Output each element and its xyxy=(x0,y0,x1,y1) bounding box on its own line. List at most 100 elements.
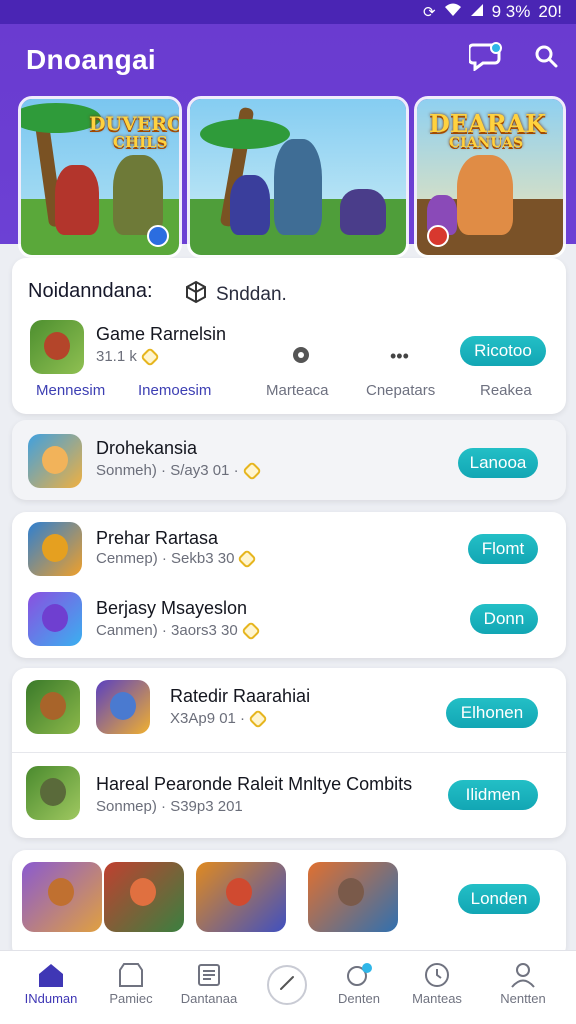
section-title: Noidanndana: xyxy=(28,280,153,302)
app-icon[interactable] xyxy=(30,320,84,374)
banner-title: DUVEROAN xyxy=(89,113,182,135)
app-meta: Sonmeh) · S/ay3 01 · xyxy=(96,460,262,481)
coin-icon xyxy=(139,346,160,367)
app-action-button[interactable]: Londen xyxy=(458,884,540,914)
profile-icon xyxy=(480,959,566,991)
app-name[interactable]: Prehar Rartasa xyxy=(96,528,218,549)
clock-icon xyxy=(394,959,480,991)
app-meta: X3Ap9 01 · xyxy=(170,708,268,729)
app-meta-text: Canmen) · 3aors3 30 xyxy=(96,622,238,639)
app-icon[interactable] xyxy=(26,766,80,820)
compass-icon xyxy=(277,973,297,998)
app-icon[interactable] xyxy=(22,862,102,932)
cube-icon xyxy=(184,280,208,310)
notification-dot xyxy=(490,42,502,54)
app-action-button[interactable]: Lanooa xyxy=(458,448,538,478)
featured-app-button[interactable]: Ricotoo xyxy=(460,336,546,366)
coin-icon xyxy=(248,708,268,729)
banner-title: DEARAK xyxy=(429,109,547,138)
gamepad-icon xyxy=(316,959,402,991)
nav-item-library[interactable]: Dantanaa xyxy=(166,959,252,1006)
app-meta-text: Sonmep) · S39p3 201 xyxy=(96,798,243,815)
app-list-card: Drohekansia Sonmeh) · S/ay3 01 · Lanooa xyxy=(12,420,566,500)
app-meta-text: X3Ap9 01 · xyxy=(170,710,246,727)
battery-percent: 9 3% xyxy=(491,2,531,21)
app-action-button[interactable]: Flomt xyxy=(468,534,538,564)
app-icon[interactable] xyxy=(26,680,80,734)
shop-icon xyxy=(88,959,174,991)
app-action-button[interactable]: Donn xyxy=(470,604,538,634)
nav-item-activity[interactable]: Manteas xyxy=(394,959,480,1006)
tab-marteaca[interactable]: Marteaca xyxy=(266,382,329,399)
nav-item-games[interactable]: Denten xyxy=(316,959,402,1006)
app-icon[interactable] xyxy=(96,680,150,734)
featured-card: Noidanndana: Snddan. Game Rarnelsin 31.1… xyxy=(12,258,566,414)
platform-badge-icon xyxy=(147,225,169,247)
wifi-icon xyxy=(444,3,462,21)
app-icon[interactable] xyxy=(28,522,82,576)
bottom-navigation: INduman Pamiec Dantanaa Denten Manteas N… xyxy=(0,950,576,1024)
tab-reakea[interactable]: Reakea xyxy=(480,382,532,399)
banner-card[interactable] xyxy=(187,96,409,258)
app-name[interactable]: Ratedir Raarahiai xyxy=(170,686,310,707)
app-title: Dnoangai xyxy=(26,44,156,75)
app-action-button[interactable]: Ilidmen xyxy=(448,780,538,810)
app-meta: Cenmep) · Sekb3 30 xyxy=(96,548,258,569)
app-icon[interactable] xyxy=(28,434,82,488)
tab-cnepatars[interactable]: Cnepatars xyxy=(366,382,435,399)
clock-time: 20! xyxy=(538,2,562,21)
nav-item-profile[interactable]: Nentten xyxy=(480,959,566,1006)
app-meta-text: Sonmeh) · S/ay3 01 · xyxy=(96,462,239,479)
coin-icon xyxy=(241,460,262,481)
app-meta-text: 31.1 k xyxy=(96,348,137,365)
banner-card[interactable]: DUVEROAN CHILS xyxy=(18,96,182,258)
tab-mennesim[interactable]: Mennesim xyxy=(36,382,105,399)
section-subtitle: Snddan. xyxy=(184,280,287,310)
app-meta: 31.1 k xyxy=(96,346,160,367)
app-name[interactable]: Game Rarnelsin xyxy=(96,324,226,345)
app-name[interactable]: Drohekansia xyxy=(96,438,197,459)
banner-subtitle: CHILS xyxy=(113,133,168,151)
status-bar: ⟳ 9 3% 20! xyxy=(0,0,576,24)
banner-card[interactable]: DEARAK CIANUAS xyxy=(414,96,566,258)
coin-icon xyxy=(240,620,261,641)
home-icon xyxy=(8,959,94,991)
app-icon[interactable] xyxy=(308,862,398,932)
signal-icon xyxy=(470,3,484,21)
nav-label: Denten xyxy=(338,991,380,1006)
section-subtitle-text: Snddan. xyxy=(216,284,287,305)
app-list-card: Prehar Rartasa Cenmep) · Sekb3 30 Flomt … xyxy=(12,512,566,658)
coin-icon xyxy=(237,548,258,569)
featured-carousel[interactable]: DUVEROAN CHILS DEARAK CIANUAS xyxy=(0,96,576,260)
app-icon[interactable] xyxy=(28,592,82,646)
nav-item-home[interactable]: INduman xyxy=(8,959,94,1006)
more-icon[interactable]: ••• xyxy=(390,346,409,367)
chat-button[interactable] xyxy=(466,38,506,78)
sync-icon: ⟳ xyxy=(423,4,436,21)
app-name[interactable]: Hareal Pearonde Raleit Mnltye Combits xyxy=(96,774,412,795)
app-meta-text: Cenmep) · Sekb3 30 xyxy=(96,550,235,567)
app-list-card: Ratedir Raarahiai X3Ap9 01 · Elhonen Har… xyxy=(12,668,566,838)
search-button[interactable] xyxy=(526,38,566,78)
divider xyxy=(12,752,566,753)
app-name[interactable]: Berjasy Msayeslon xyxy=(96,598,247,619)
nav-label: INduman xyxy=(24,991,78,1006)
record-icon[interactable] xyxy=(292,346,310,369)
app-meta: Sonmep) · S39p3 201 xyxy=(96,798,243,815)
app-icon[interactable] xyxy=(196,862,286,932)
tab-inemoesim[interactable]: Inemoesim xyxy=(138,382,211,399)
nav-item-shop[interactable]: Pamiec xyxy=(88,959,174,1006)
app-action-button[interactable]: Elhonen xyxy=(446,698,538,728)
app-list-card: Londen xyxy=(12,850,566,960)
platform-badge-icon xyxy=(427,225,449,247)
nav-label: Dantanaa xyxy=(180,991,238,1006)
library-icon xyxy=(166,959,252,991)
category-tabs: Mennesim Inemoesim Marteaca Cnepatars Re… xyxy=(12,382,566,404)
app-icon[interactable] xyxy=(104,862,184,932)
banner-subtitle: CIANUAS xyxy=(449,135,524,151)
search-icon xyxy=(534,44,558,73)
nav-label: Manteas xyxy=(412,991,462,1006)
nav-item-compass[interactable] xyxy=(267,965,307,1005)
app-meta: Canmen) · 3aors3 30 xyxy=(96,620,261,641)
nav-label: Pamiec xyxy=(109,991,153,1006)
